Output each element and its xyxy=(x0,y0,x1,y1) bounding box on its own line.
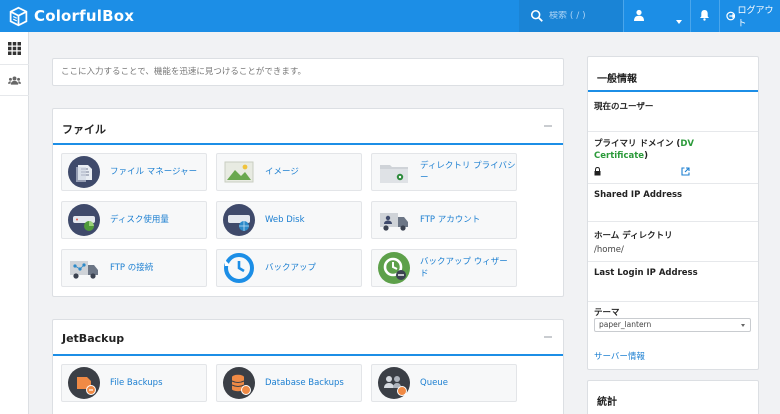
external-link-icon[interactable] xyxy=(681,167,690,176)
top-bar: ColorfulBox ログアウト xyxy=(0,0,780,32)
panel-title: 統計 xyxy=(597,397,617,408)
panel-title: 一般情報 xyxy=(597,74,637,85)
shared-ip-label: Shared IP Address xyxy=(594,190,683,200)
file-manager-icon xyxy=(68,156,100,188)
theme-label: テーマ xyxy=(594,308,620,318)
chevron-down-icon xyxy=(676,20,682,24)
tile-images[interactable]: イメージ xyxy=(216,153,362,191)
tile-queue[interactable]: Queue xyxy=(371,364,517,402)
queue-icon xyxy=(378,367,410,399)
tile-file-manager[interactable]: ファイル マネージャー xyxy=(61,153,207,191)
user-icon xyxy=(634,9,644,21)
general-info-header: 一般情報 xyxy=(588,57,758,92)
files-panel: ファイル ファイル マネージャー イメージ ディレクトリ プライバシー ディスク… xyxy=(52,108,564,297)
collapse-icon[interactable] xyxy=(544,125,552,127)
backup-icon xyxy=(224,253,254,283)
tile-label: Web Disk xyxy=(265,215,305,225)
sidebar-item-home[interactable] xyxy=(0,32,29,64)
tile-file-backups[interactable]: File Backups xyxy=(61,364,207,402)
tile-label: File Backups xyxy=(110,378,163,388)
global-search-input[interactable] xyxy=(549,11,619,21)
notifications-button[interactable] xyxy=(691,0,719,32)
primary-domain-label-text: プライマリ ドメイン ( xyxy=(594,139,681,149)
images-icon xyxy=(224,161,254,183)
last-login-row: Last Login IP Address xyxy=(588,262,758,302)
brand-logo[interactable]: ColorfulBox xyxy=(8,5,134,27)
jetbackup-panel-header[interactable]: JetBackup xyxy=(53,320,563,356)
tile-label: ディレクトリ プライバシー xyxy=(420,161,516,183)
jetbackup-panel: JetBackup File Backups Database Backups xyxy=(52,319,564,414)
grid-icon xyxy=(8,41,21,55)
disk-usage-icon xyxy=(68,204,100,236)
user-menu-button[interactable] xyxy=(624,0,690,32)
theme-select[interactable]: paper_lantern xyxy=(594,318,751,332)
file-backups-icon xyxy=(68,367,100,399)
theme-select-value: paper_lantern xyxy=(599,320,652,329)
collapse-icon[interactable] xyxy=(544,336,552,338)
panel-title: JetBackup xyxy=(62,332,125,345)
quick-find-input[interactable] xyxy=(53,59,563,85)
database-backups-icon xyxy=(223,367,255,399)
tile-label: FTP アカウント xyxy=(420,215,481,225)
global-search[interactable] xyxy=(519,0,623,32)
current-user-row: 現在のユーザー xyxy=(588,94,758,132)
tile-label: FTP の接続 xyxy=(110,263,154,273)
logout-button[interactable]: ログアウト xyxy=(720,0,780,32)
tile-ftp-accounts[interactable]: FTP アカウント xyxy=(371,201,517,239)
stats-panel: 統計 xyxy=(587,380,759,414)
tile-backup-wizard[interactable]: バックアップ ウィザード xyxy=(371,249,517,287)
home-directory-label: ホーム ディレクトリ xyxy=(594,231,673,241)
current-user-label: 現在のユーザー xyxy=(594,102,654,112)
files-panel-header[interactable]: ファイル xyxy=(53,109,563,145)
tile-web-disk[interactable]: Web Disk xyxy=(216,201,362,239)
logout-label: ログアウト xyxy=(737,6,774,29)
shared-ip-row: Shared IP Address xyxy=(588,184,758,222)
tile-label: Queue xyxy=(420,378,448,388)
search-icon xyxy=(530,9,543,22)
quick-find-box[interactable] xyxy=(52,58,564,86)
tile-label: バックアップ xyxy=(265,263,317,273)
server-info-link[interactable]: サーバー情報 xyxy=(594,350,645,362)
tile-database-backups[interactable]: Database Backups xyxy=(216,364,362,402)
web-disk-icon xyxy=(223,204,255,236)
home-directory-value: /home/ xyxy=(594,245,624,255)
tile-ftp-connections[interactable]: FTP の接続 xyxy=(61,249,207,287)
tile-label: ファイル マネージャー xyxy=(110,167,198,177)
brand-name: ColorfulBox xyxy=(34,7,135,25)
directory-privacy-icon xyxy=(380,165,408,183)
home-directory-row: ホーム ディレクトリ /home/ xyxy=(588,222,758,262)
general-info-panel: 一般情報 現在のユーザー プライマリ ドメイン (DV Certificate)… xyxy=(587,56,759,370)
last-login-label: Last Login IP Address xyxy=(594,268,698,278)
tile-label: Database Backups xyxy=(265,378,344,388)
left-sidebar xyxy=(0,32,29,414)
ftp-accounts-icon xyxy=(380,213,408,231)
tile-label: ディスク使用量 xyxy=(110,215,169,225)
theme-row: テーマ paper_lantern xyxy=(588,302,758,346)
tile-label: バックアップ ウィザード xyxy=(420,257,508,279)
tile-backup[interactable]: バックアップ xyxy=(216,249,362,287)
panel-title: ファイル xyxy=(62,123,106,136)
cube-logo-icon xyxy=(9,6,28,26)
users-icon xyxy=(8,76,21,85)
primary-domain-label-close: ) xyxy=(644,151,648,161)
chevron-down-icon xyxy=(741,324,745,327)
sidebar-item-users[interactable] xyxy=(0,64,29,96)
tile-disk-usage[interactable]: ディスク使用量 xyxy=(61,201,207,239)
primary-domain-row: プライマリ ドメイン (DV Certificate) xyxy=(588,132,758,184)
lock-icon xyxy=(594,167,601,176)
primary-domain-label: プライマリ ドメイン (DV Certificate) xyxy=(594,138,704,162)
tile-directory-privacy[interactable]: ディレクトリ プライバシー xyxy=(371,153,517,191)
bell-icon xyxy=(700,10,709,21)
tile-label: イメージ xyxy=(265,167,299,177)
logout-icon xyxy=(726,11,736,21)
ftp-connections-icon xyxy=(70,261,98,279)
backup-wizard-icon xyxy=(378,252,410,284)
